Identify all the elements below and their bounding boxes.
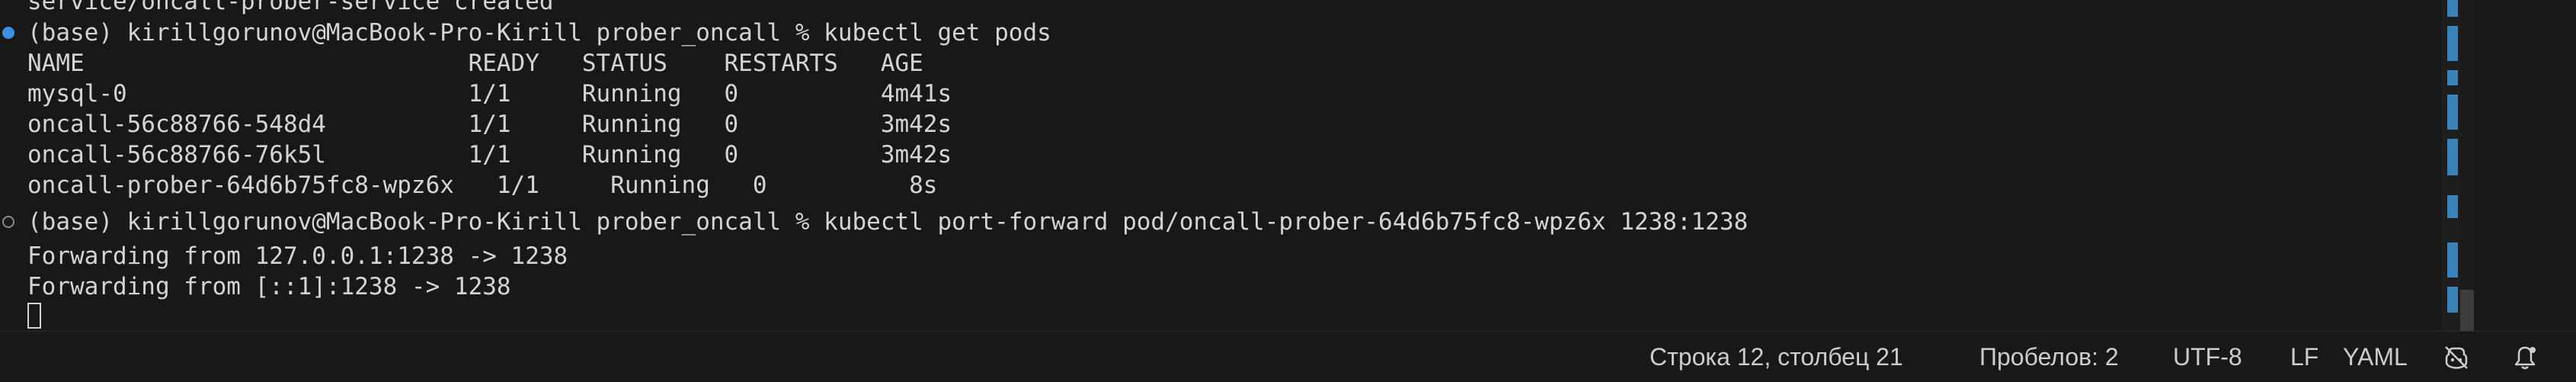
command-running-decoration[interactable]: [2, 216, 14, 228]
eol-indicator[interactable]: LF: [2290, 332, 2318, 382]
terminal-panel[interactable]: service/oncall-prober-service created (b…: [0, 0, 2576, 331]
terminal-line: oncall-56c88766-548d4 1/1 Running 0 3m42…: [27, 111, 952, 138]
ruler-mark: [2447, 195, 2458, 218]
editor-window: service/oncall-prober-service created (b…: [0, 0, 2576, 382]
ruler-mark: [2447, 26, 2458, 61]
scrollbar-thumb[interactable]: [2460, 290, 2474, 331]
ruler-mark: [2447, 139, 2458, 175]
terminal-cursor: [27, 303, 41, 329]
command-success-decoration[interactable]: [2, 27, 14, 39]
language-mode-indicator[interactable]: YAML: [2343, 332, 2408, 382]
terminal-line: NAME READY STATUS RESTARTS AGE: [27, 50, 923, 77]
ruler-mark: [2447, 95, 2458, 130]
indentation-indicator[interactable]: Пробелов: 2: [1979, 332, 2119, 382]
terminal-line: (base) kirillgorunov@MacBook-Pro-Kirill …: [27, 208, 1749, 236]
terminal-line: (base) kirillgorunov@MacBook-Pro-Kirill …: [27, 19, 1051, 47]
scrollbar-track[interactable]: [2460, 0, 2474, 331]
terminal-line: service/oncall-prober-service created: [27, 0, 554, 15]
ruler-mark: [2447, 70, 2458, 85]
cursor-position-indicator[interactable]: Строка 12, столбец 21: [1650, 332, 1903, 382]
terminal-line: Forwarding from [::1]:1238 -> 1238: [27, 273, 511, 300]
ruler-mark: [2447, 0, 2458, 17]
status-bar: Строка 12, столбец 21 Пробелов: 2 UTF-8 …: [0, 331, 2576, 382]
ruler-mark: [2447, 287, 2458, 313]
terminal-line: oncall-prober-64d6b75fc8-wpz6x 1/1 Runni…: [27, 172, 938, 199]
terminal-line: Forwarding from 127.0.0.1:1238 -> 1238: [27, 242, 568, 270]
ruler-mark: [2447, 242, 2458, 278]
encoding-indicator[interactable]: UTF-8: [2173, 332, 2242, 382]
terminal-line: mysql-0 1/1 Running 0 4m41s: [27, 80, 952, 108]
bell-icon[interactable]: [2511, 344, 2539, 371]
copilot-off-icon[interactable]: [2443, 344, 2470, 371]
terminal-line: oncall-56c88766-76k5l 1/1 Running 0 3m42…: [27, 141, 952, 169]
